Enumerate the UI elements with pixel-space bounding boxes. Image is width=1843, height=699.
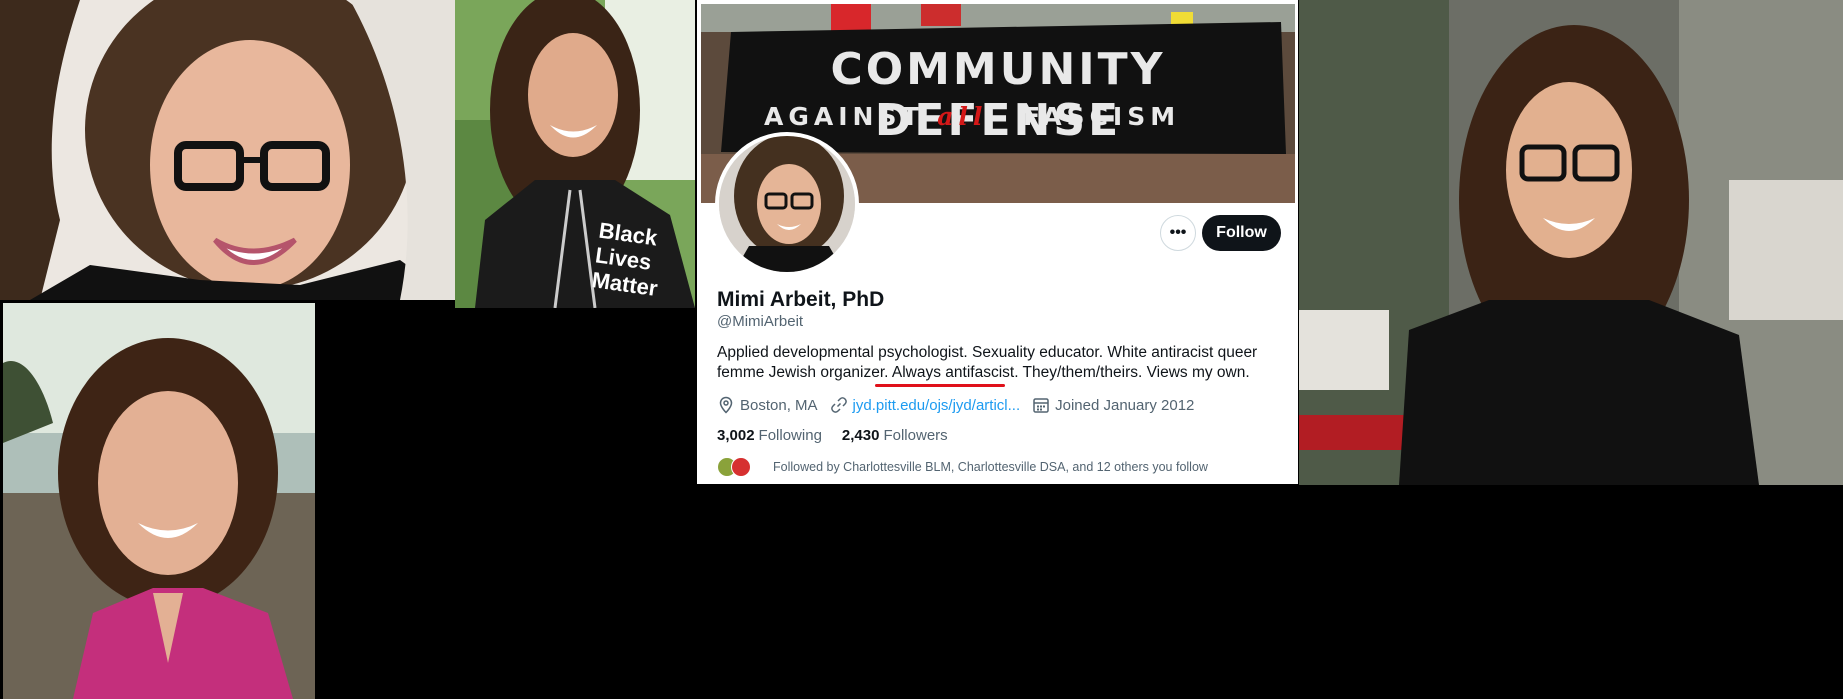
website-link[interactable]: jyd.pitt.edu/ojs/jyd/articl... — [853, 397, 1021, 414]
followers-stat[interactable]: 2,430 Followers — [842, 427, 948, 444]
location-icon — [717, 396, 735, 414]
bio-text-2: . They/them/theirs. Views my own. — [1014, 364, 1250, 381]
followed-by-text: Followed by Charlottesville BLM, Charlot… — [773, 460, 1208, 474]
banner-word-against: AGAINST — [764, 102, 924, 131]
bio-highlight: Always antifascist — [891, 364, 1015, 381]
link-icon — [830, 396, 848, 414]
banner-subline: AGAINST all — [764, 102, 987, 131]
joined-date: Joined January 2012 — [1055, 396, 1195, 414]
mutual-avatar — [731, 457, 751, 477]
photo-beach — [3, 303, 315, 699]
red-underline-annotation — [875, 384, 1005, 387]
user-handle: @MimiArbeit — [717, 313, 804, 330]
more-options-button[interactable]: ••• — [1160, 215, 1196, 251]
photo-selfie-glasses — [0, 0, 455, 300]
banner-word-fascism: FASCISM — [1023, 102, 1181, 131]
following-stat[interactable]: 3,002 Following — [717, 427, 822, 444]
following-label: Following — [758, 427, 822, 444]
banner-word-all: all — [937, 102, 988, 131]
followers-label: Followers — [883, 427, 948, 444]
profile-meta: Boston, MA jyd.pitt.edu/ojs/jyd/articl..… — [717, 396, 1194, 414]
avatar[interactable] — [715, 132, 859, 276]
follow-stats: 3,002 Following 2,430 Followers — [717, 427, 948, 444]
photo-headshot — [1299, 0, 1843, 485]
profile-card: COMMUNITY DEFENSE AGAINST all FASCISM ••… — [697, 0, 1298, 484]
follow-button[interactable]: Follow — [1202, 215, 1281, 251]
photo-blm-shirt: Black Lives Matter — [455, 0, 695, 308]
followed-by[interactable]: Followed by Charlottesville BLM, Charlot… — [717, 457, 1208, 477]
following-count: 3,002 — [717, 427, 755, 444]
followers-count: 2,430 — [841, 427, 880, 444]
location-text: Boston, MA — [740, 396, 818, 414]
calendar-icon — [1032, 396, 1050, 414]
display-name: Mimi Arbeit, PhD — [717, 288, 885, 311]
bio: Applied developmental psychologist. Sexu… — [717, 343, 1277, 383]
